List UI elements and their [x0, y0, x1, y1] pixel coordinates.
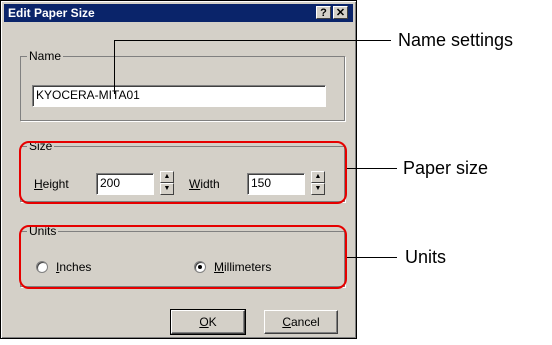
units-highlight — [19, 225, 347, 289]
paper-size-leader — [347, 168, 397, 169]
paper-size-callout: Paper size — [403, 158, 489, 178]
units-callout: Units — [405, 247, 447, 267]
ok-button[interactable]: OK — [170, 309, 246, 335]
cancel-button[interactable]: Cancel — [264, 310, 338, 334]
close-button[interactable]: ✕ — [333, 6, 348, 19]
name-settings-leader-vertical — [114, 40, 115, 94]
name-input[interactable]: KYOCERA-MITA01 — [32, 85, 326, 107]
title-bar: Edit Paper Size ? ✕ — [4, 4, 353, 22]
help-button[interactable]: ? — [316, 6, 331, 19]
dialog-title: Edit Paper Size — [8, 6, 95, 20]
name-group-legend: Name — [27, 49, 64, 63]
units-leader — [347, 257, 397, 258]
paper-size-highlight — [19, 141, 347, 204]
name-settings-leader-horizontal — [114, 40, 391, 41]
name-settings-callout: Name settings — [398, 30, 514, 50]
